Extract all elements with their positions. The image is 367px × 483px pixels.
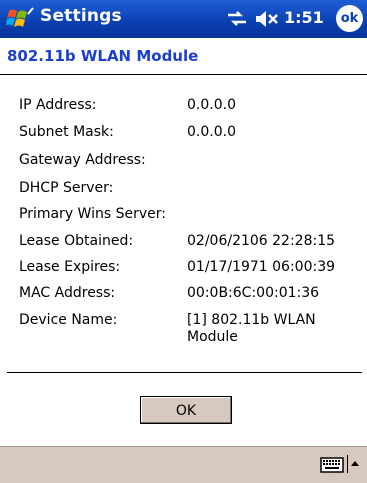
windows-start-icon[interactable] [6,4,36,34]
gateway-address-label: Gateway Address: [19,152,146,168]
clock[interactable]: 1:51 [284,8,324,27]
dhcp-server-label: DHCP Server: [19,180,114,196]
device-name-label: Device Name: [19,312,118,328]
subnet-mask-label: Subnet Mask: [19,124,114,140]
app-title: Settings [40,6,122,26]
keyboard-icon[interactable] [320,457,344,473]
info-panel: IP Address: 0.0.0.0 Subnet Mask: 0.0.0.0… [0,75,367,372]
page-header: 802.11b WLAN Module [0,38,367,75]
mac-address-label: MAC Address: [19,285,116,301]
input-arrow-icon[interactable] [347,455,362,473]
lease-obtained-label: Lease Obtained: [19,233,134,249]
page-title: 802.11b WLAN Module [7,47,199,65]
device-name-value-line2: Module [187,329,238,345]
volume-muted-icon[interactable] [254,9,280,29]
connectivity-icon[interactable] [226,10,248,28]
ok-button[interactable]: OK [140,396,232,424]
lease-obtained-value: 02/06/2106 22:28:15 [187,233,336,249]
title-bar: Settings 1:51 ok [0,0,367,38]
subnet-mask-value: 0.0.0.0 [187,124,236,140]
device-name-value-line1: [1] 802.11b WLAN [187,312,316,328]
lease-expires-value: 01/17/1971 06:00:39 [187,259,336,275]
ip-address-value: 0.0.0.0 [187,97,236,113]
mac-address-value: 00:0B:6C:00:01:36 [187,285,320,301]
ok-close-button[interactable]: ok [336,5,363,32]
lease-expires-label: Lease Expires: [19,259,121,275]
divider [7,372,362,373]
menu-bar [0,446,367,483]
primary-wins-server-label: Primary Wins Server: [19,206,166,222]
ip-address-label: IP Address: [19,97,97,113]
